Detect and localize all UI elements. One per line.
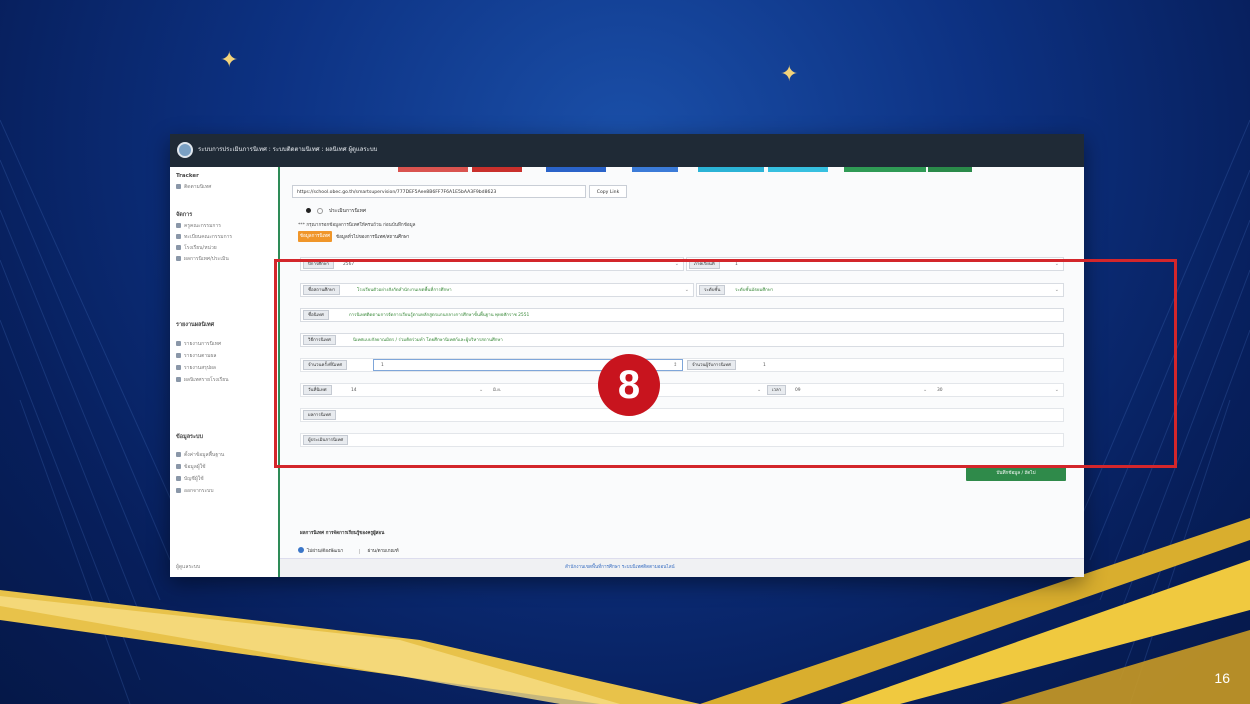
form-note: *** กรุณากรอกข้อมูลการนิเทศให้ครบถ้วน ก่…	[298, 223, 416, 228]
sparkle-icon: ✦	[780, 62, 799, 87]
save-next-button[interactable]: บันทึกข้อมูล / ถัดไป	[966, 467, 1066, 481]
radio-selected-icon	[306, 208, 311, 213]
report-icon	[176, 377, 181, 382]
sidebar-item-report-school[interactable]: ผลนิเทศรายโรงเรียน	[176, 376, 229, 384]
tab-bar-cyan-2[interactable]	[768, 167, 828, 172]
gold-swoosh-left-light	[0, 596, 620, 704]
tab-bar-blue[interactable]	[546, 167, 606, 172]
sidebar-item-report-follow[interactable]: รายงานตามผล	[176, 352, 216, 360]
radio-empty-icon	[317, 207, 323, 214]
sidebar-item-tracker[interactable]: ติดตามนิเทศ	[176, 183, 211, 191]
list-icon	[176, 184, 181, 189]
sidebar-section-title: รายงานผลนิเทศ	[176, 322, 215, 328]
sidebar-item-accounts[interactable]: บัญชีผู้ใช้	[176, 475, 204, 483]
radio-evaluate[interactable]: ประเมินการนิเทศ	[306, 207, 366, 215]
sidebar-item-school[interactable]: โรงเรียน/หน่วย	[176, 244, 217, 252]
user-icon	[176, 476, 181, 481]
sidebar-item-registry[interactable]: ทะเบียนคณะกรรมการ	[176, 233, 232, 241]
app-logo-icon	[177, 142, 193, 158]
footer: สำนักงานเขตพื้นที่การศึกษา ระบบนิเทศติดต…	[280, 558, 1084, 577]
gear-icon	[176, 452, 181, 457]
logout-icon	[176, 488, 181, 493]
school-icon	[176, 245, 181, 250]
chart-icon	[176, 256, 181, 261]
sidebar-item-report-summary[interactable]: รายงานสรุปผล	[176, 364, 216, 372]
link-url-field[interactable]: https://school.obec.go.th/smartsupervisi…	[292, 185, 586, 198]
radio-selected-icon	[298, 547, 304, 553]
tab-bar-green[interactable]	[844, 167, 926, 172]
footer-link[interactable]: สำนักงานเขตพื้นที่การศึกษา ระบบนิเทศติดต…	[565, 564, 675, 571]
report-icon	[176, 365, 181, 370]
result-options: ไม่ผ่าน/ต้องพัฒนา ผ่าน/ตามเกณฑ์	[298, 547, 399, 555]
window-title: ระบบการประเมินการนิเทศ : ระบบติดตามนิเทศ…	[198, 146, 378, 153]
tab-bar-red-dark[interactable]	[472, 167, 522, 172]
step-badge: 8	[598, 354, 660, 416]
list-icon	[176, 234, 181, 239]
copy-link-button[interactable]: Copy Link	[589, 185, 627, 198]
sidebar-section-title: ข้อมูลระบบ	[176, 434, 203, 440]
sidebar: Tracker ติดตามนิเทศ จัดการ ครูคณะกรรมการ…	[170, 167, 280, 577]
top-tab-strip	[280, 167, 1084, 175]
presentation-slide: ✦ ✦ ระบบการประเมินการนิเทศ : ระบบติดตามน…	[0, 0, 1250, 704]
supervision-info-caption: ข้อมูลทั่วไปของการนิเทศ/สถานศึกษา	[336, 235, 410, 240]
sidebar-item-users[interactable]: ข้อมูลผู้ใช้	[176, 463, 206, 471]
report-icon	[176, 341, 181, 346]
supervision-info-button[interactable]: ข้อมูลการนิเทศ	[298, 231, 332, 242]
sidebar-section-title: จัดการ	[176, 212, 193, 218]
tab-bar-cyan[interactable]	[698, 167, 764, 172]
tab-bar-blue-2[interactable]	[632, 167, 678, 172]
result-option-fail[interactable]: ไม่ผ่าน/ต้องพัฒนา	[298, 547, 343, 554]
user-icon	[176, 223, 181, 228]
sidebar-section-title: Tracker	[176, 173, 199, 179]
page-number: 16	[1214, 670, 1230, 686]
result-option-pass[interactable]: ผ่าน/ตามเกณฑ์	[358, 548, 399, 554]
sidebar-item-results[interactable]: ผลการนิเทศ/ประเมิน	[176, 255, 229, 263]
sidebar-item-logout[interactable]: ออกจากระบบ	[176, 487, 214, 495]
sidebar-item-settings[interactable]: ตั้งค่าข้อมูลพื้นฐาน	[176, 451, 224, 459]
user-icon	[176, 464, 181, 469]
sidebar-footer-user: ผู้ดูแลระบบ	[176, 564, 201, 570]
title-bar: ระบบการประเมินการนิเทศ : ระบบติดตามนิเทศ…	[170, 134, 1084, 167]
sidebar-item-report[interactable]: รายงานการนิเทศ	[176, 340, 221, 348]
sparkle-icon: ✦	[220, 48, 239, 73]
section-title: ผลการนิเทศ การจัดการเรียนรู้ของครูผู้สอน	[300, 531, 385, 536]
tab-bar-green-2[interactable]	[928, 167, 972, 172]
tab-bar-red[interactable]	[398, 167, 468, 172]
sidebar-item-committee[interactable]: ครูคณะกรรมการ	[176, 222, 221, 230]
highlight-box	[274, 259, 1177, 468]
report-icon	[176, 353, 181, 358]
